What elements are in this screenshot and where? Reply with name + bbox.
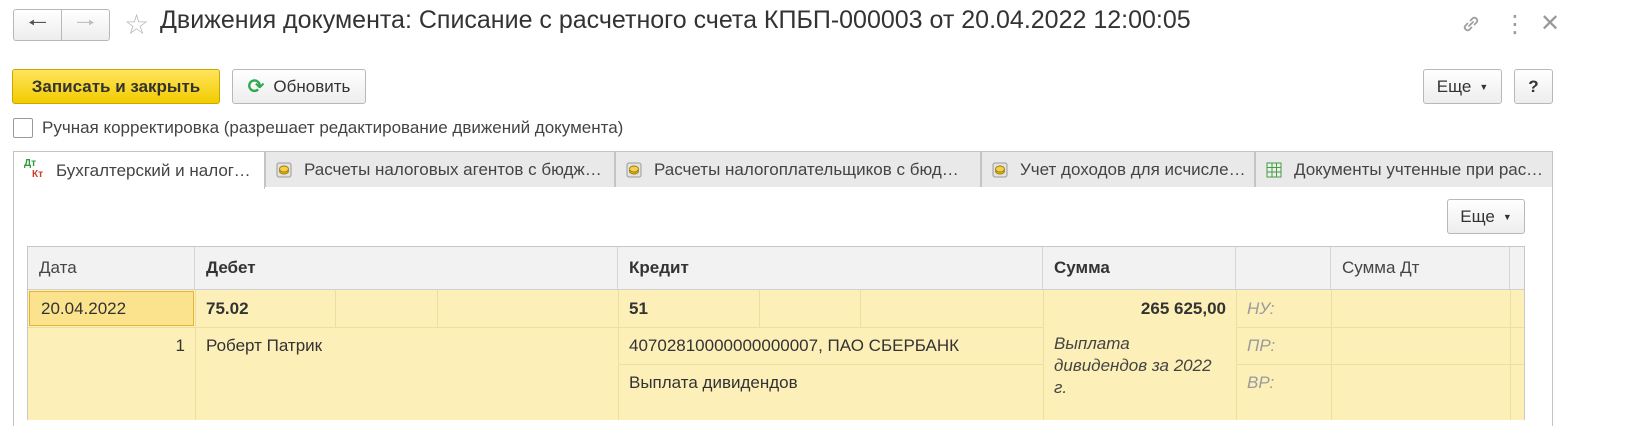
- page-title: Движения документа: Списание с расчетног…: [160, 6, 1191, 34]
- col-sum[interactable]: Сумма: [1043, 247, 1236, 289]
- tab-income-label: Учет доходов для исчисления: [1020, 159, 1248, 179]
- col-sum-dt[interactable]: Сумма Дт: [1331, 247, 1510, 289]
- cell-content[interactable]: Выплата дивидендов за 2022 г.: [1043, 333, 1236, 399]
- coins-icon: [626, 162, 642, 177]
- col-debit[interactable]: Дебет: [195, 247, 618, 289]
- more-menu-button[interactable]: Еще ▼: [1423, 69, 1502, 104]
- favorite-star-icon[interactable]: ☆: [124, 8, 149, 41]
- tab-income[interactable]: Учет доходов для исчисления: [981, 151, 1255, 187]
- dropdown-arrow-icon: ▼: [1479, 81, 1489, 92]
- table-icon: [1266, 162, 1282, 177]
- manual-correction-checkbox[interactable]: [13, 118, 33, 138]
- cell-credit-subconto-2[interactable]: Выплата дивидендов: [618, 364, 1043, 401]
- cell-vr-label: ВР:: [1247, 372, 1275, 392]
- help-button[interactable]: ?: [1514, 69, 1553, 104]
- tab-tax-agents-label: Расчеты налоговых агентов с бюджетом: [304, 159, 606, 179]
- grid-more-button[interactable]: Еще ▼: [1447, 199, 1525, 234]
- back-button[interactable]: 🠐: [13, 9, 62, 41]
- refresh-button[interactable]: ⟳ Обновить: [232, 69, 366, 104]
- table-header: Дата Дебет Кредит Сумма Сумма Дт: [28, 247, 1524, 290]
- cell-credit-subconto-1[interactable]: 40702810000000000007, ПАО СБЕРБАНК: [618, 327, 1043, 364]
- dt-label: Дт: [24, 157, 37, 169]
- tab-accounting-label: Бухгалтерский и налоговый учет: [56, 160, 252, 180]
- save-and-close-button[interactable]: Записать и закрыть: [12, 69, 220, 104]
- refresh-icon: ⟳: [247, 76, 265, 98]
- manual-correction-label: Ручная корректировка (разрешает редактир…: [42, 118, 624, 137]
- tab-documents[interactable]: Документы учтенные при расчете: [1255, 151, 1553, 187]
- arrow-left-icon: 🠐: [27, 10, 48, 35]
- content-line-1: Выплата: [1054, 334, 1130, 353]
- col-next[interactable]: [1510, 247, 1524, 289]
- cell-debit-account[interactable]: 75.02: [195, 290, 335, 327]
- forward-button[interactable]: 🠒: [61, 9, 110, 41]
- tab-documents-label: Документы учтенные при расчете: [1294, 159, 1544, 179]
- cell-date[interactable]: 20.04.2022: [29, 291, 194, 326]
- tab-accounting[interactable]: Дт Кт Бухгалтерский и налоговый учет: [13, 151, 265, 189]
- tab-taxpayers[interactable]: Расчеты налогоплательщиков с бюджетом: [615, 151, 981, 187]
- col-date[interactable]: Дата: [28, 247, 195, 289]
- cell-nu-label: НУ:: [1247, 298, 1275, 318]
- dt-kt-icon: Дт Кт: [24, 157, 46, 182]
- link-icon[interactable]: [1459, 12, 1483, 42]
- col-credit[interactable]: Кредит: [618, 247, 1043, 289]
- close-icon[interactable]: ✕: [1540, 9, 1560, 38]
- cell-pr-label: ПР:: [1247, 335, 1276, 355]
- tab-taxpayers-label: Расчеты налогоплательщиков с бюджетом: [654, 159, 970, 179]
- tab-strip: Дт Кт Бухгалтерский и налоговый учет Рас…: [13, 151, 1553, 189]
- col-tax-type[interactable]: [1236, 247, 1331, 289]
- content-line-2: дивидендов за 2022: [1054, 356, 1212, 375]
- kt-label: Кт: [32, 168, 44, 180]
- cell-credit-account[interactable]: 51: [618, 290, 759, 327]
- cell-sum[interactable]: 265 625,00: [1043, 290, 1236, 327]
- movements-table[interactable]: Дата Дебет Кредит Сумма Сумма Дт 20.04.2…: [27, 246, 1525, 420]
- coins-icon: [276, 162, 292, 177]
- more-label: Еще: [1436, 76, 1472, 96]
- more-vertical-icon[interactable]: ⋮: [1503, 10, 1527, 39]
- dropdown-arrow-icon: ▼: [1502, 211, 1512, 222]
- cell-line-number: 1: [175, 336, 185, 355]
- arrow-right-icon: 🠒: [75, 10, 96, 35]
- content-line-3: г.: [1054, 378, 1068, 397]
- grid-more-label: Еще: [1460, 206, 1495, 226]
- coins-icon: [992, 162, 1008, 177]
- refresh-label: Обновить: [273, 76, 351, 96]
- tab-tax-agents[interactable]: Расчеты налоговых агентов с бюджетом: [265, 151, 615, 187]
- cell-debit-subconto[interactable]: Роберт Патрик: [195, 327, 618, 364]
